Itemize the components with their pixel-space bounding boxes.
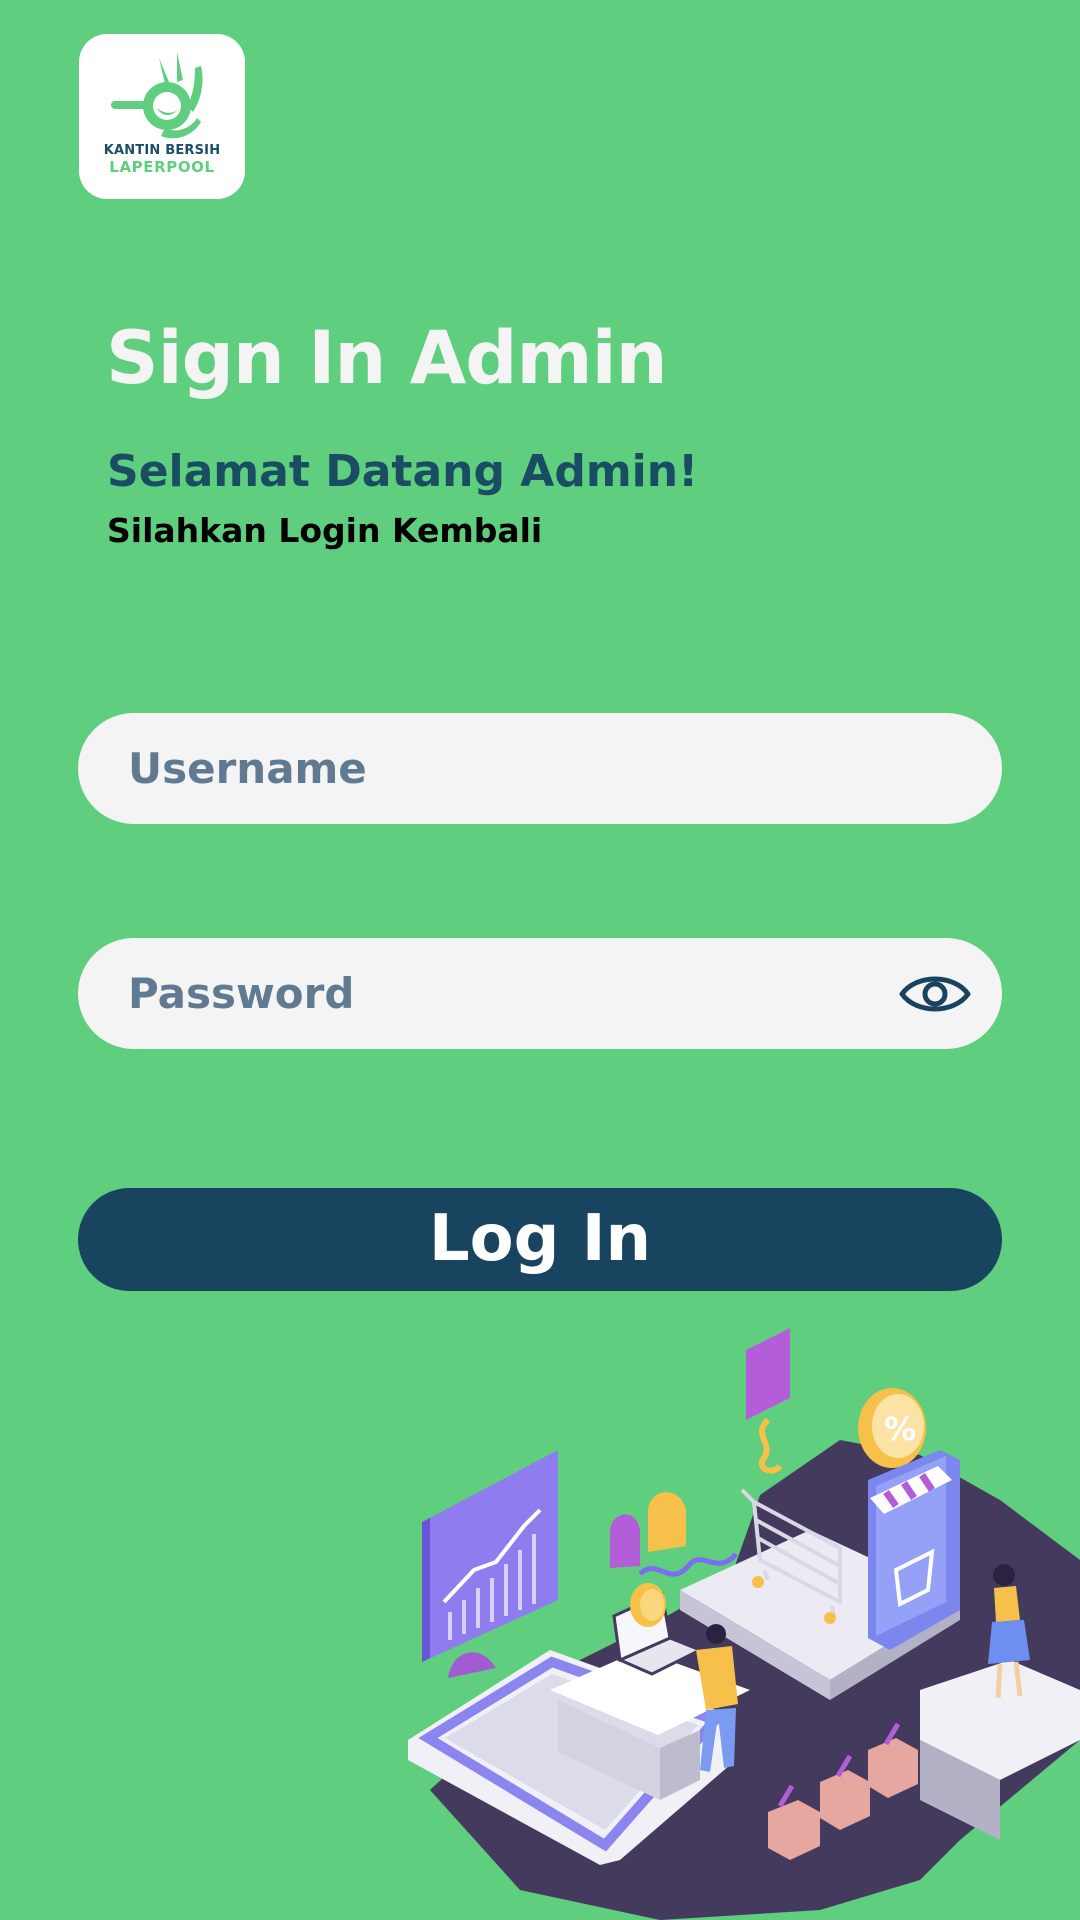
ecommerce-illustration: % bbox=[408, 1328, 1080, 1920]
chart-board bbox=[422, 1450, 558, 1662]
purple-arch-small bbox=[448, 1652, 496, 1678]
username-input[interactable] bbox=[128, 713, 908, 824]
svg-text:%: % bbox=[884, 1410, 916, 1448]
password-visibility-toggle[interactable] bbox=[898, 968, 972, 1020]
username-field[interactable] bbox=[78, 713, 1002, 824]
password-field[interactable] bbox=[78, 938, 1002, 1049]
welcome-heading: Selamat Datang Admin! bbox=[107, 446, 699, 497]
login-subtitle: Silahkan Login Kembali bbox=[107, 511, 543, 550]
app-logo: KANTIN BERSIH LAPERPOOL bbox=[79, 34, 245, 199]
purple-arch bbox=[610, 1514, 640, 1568]
logo-hand-icon bbox=[111, 52, 203, 139]
yellow-arch bbox=[648, 1492, 686, 1552]
page-title: Sign In Admin bbox=[106, 316, 668, 401]
price-tag bbox=[746, 1328, 790, 1420]
password-input[interactable] bbox=[128, 938, 908, 1049]
logo-text-top: KANTIN BERSIH bbox=[103, 143, 221, 158]
logo-text-bottom: LAPERPOOL bbox=[109, 158, 215, 176]
login-button[interactable]: Log In bbox=[78, 1188, 1002, 1291]
eye-icon bbox=[899, 976, 971, 1012]
